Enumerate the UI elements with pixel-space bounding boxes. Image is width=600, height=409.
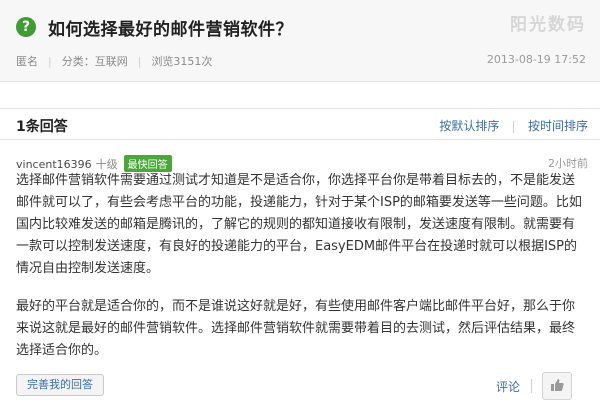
watermark: 阳光数码 [510, 15, 586, 35]
question-category[interactable]: 分类：互联网 [62, 55, 128, 68]
meta-divider: | [137, 55, 142, 68]
answer-paragraph-1: 选择邮件营销软件需要通过测试才知道是不是适合你，你选择平台你是带着目标去的，不是… [16, 173, 582, 276]
comment-link[interactable]: 评论 [496, 378, 520, 395]
meta-divider: | [48, 55, 52, 68]
question-header: ? 如何选择最好的邮件营销软件？ 阳光数码 匿名 | 分类：互联网 | 浏览3151次 … [0, 0, 600, 82]
improve-answer-button[interactable]: 完善我的回答 [16, 374, 104, 396]
answer-time: 2小时前 [548, 157, 588, 170]
answer-paragraph-2: 最好的平台就是适合你的，而不是谁说这好就是好，有些使用邮件客户端比邮件平台好，那… [16, 299, 576, 358]
question-mark-icon: ? [16, 17, 36, 37]
sort-divider [513, 120, 515, 133]
sort-default-link[interactable]: 按默认排序 [439, 117, 499, 134]
question-views: 浏览3151次 [151, 55, 213, 68]
sort-time-link[interactable]: 按时间排序 [528, 117, 588, 134]
question-title: 如何选择最好的邮件营销软件？ [48, 20, 293, 40]
thumbs-up-icon [551, 379, 564, 391]
question-meta: 匿名 | 分类：互联网 | 浏览3151次 [16, 53, 222, 69]
sort-controls: 按默认排序 按时间排序 [439, 117, 588, 134]
footer-divider [531, 379, 532, 393]
answer-count: 1条回答 [16, 119, 68, 135]
question-author[interactable]: 匿名 [16, 55, 38, 68]
question-time: 2013-08-19 17:52 [486, 53, 586, 66]
like-button[interactable] [542, 372, 572, 400]
answers-bar: 1条回答 按默认排序 按时间排序 [0, 108, 600, 140]
